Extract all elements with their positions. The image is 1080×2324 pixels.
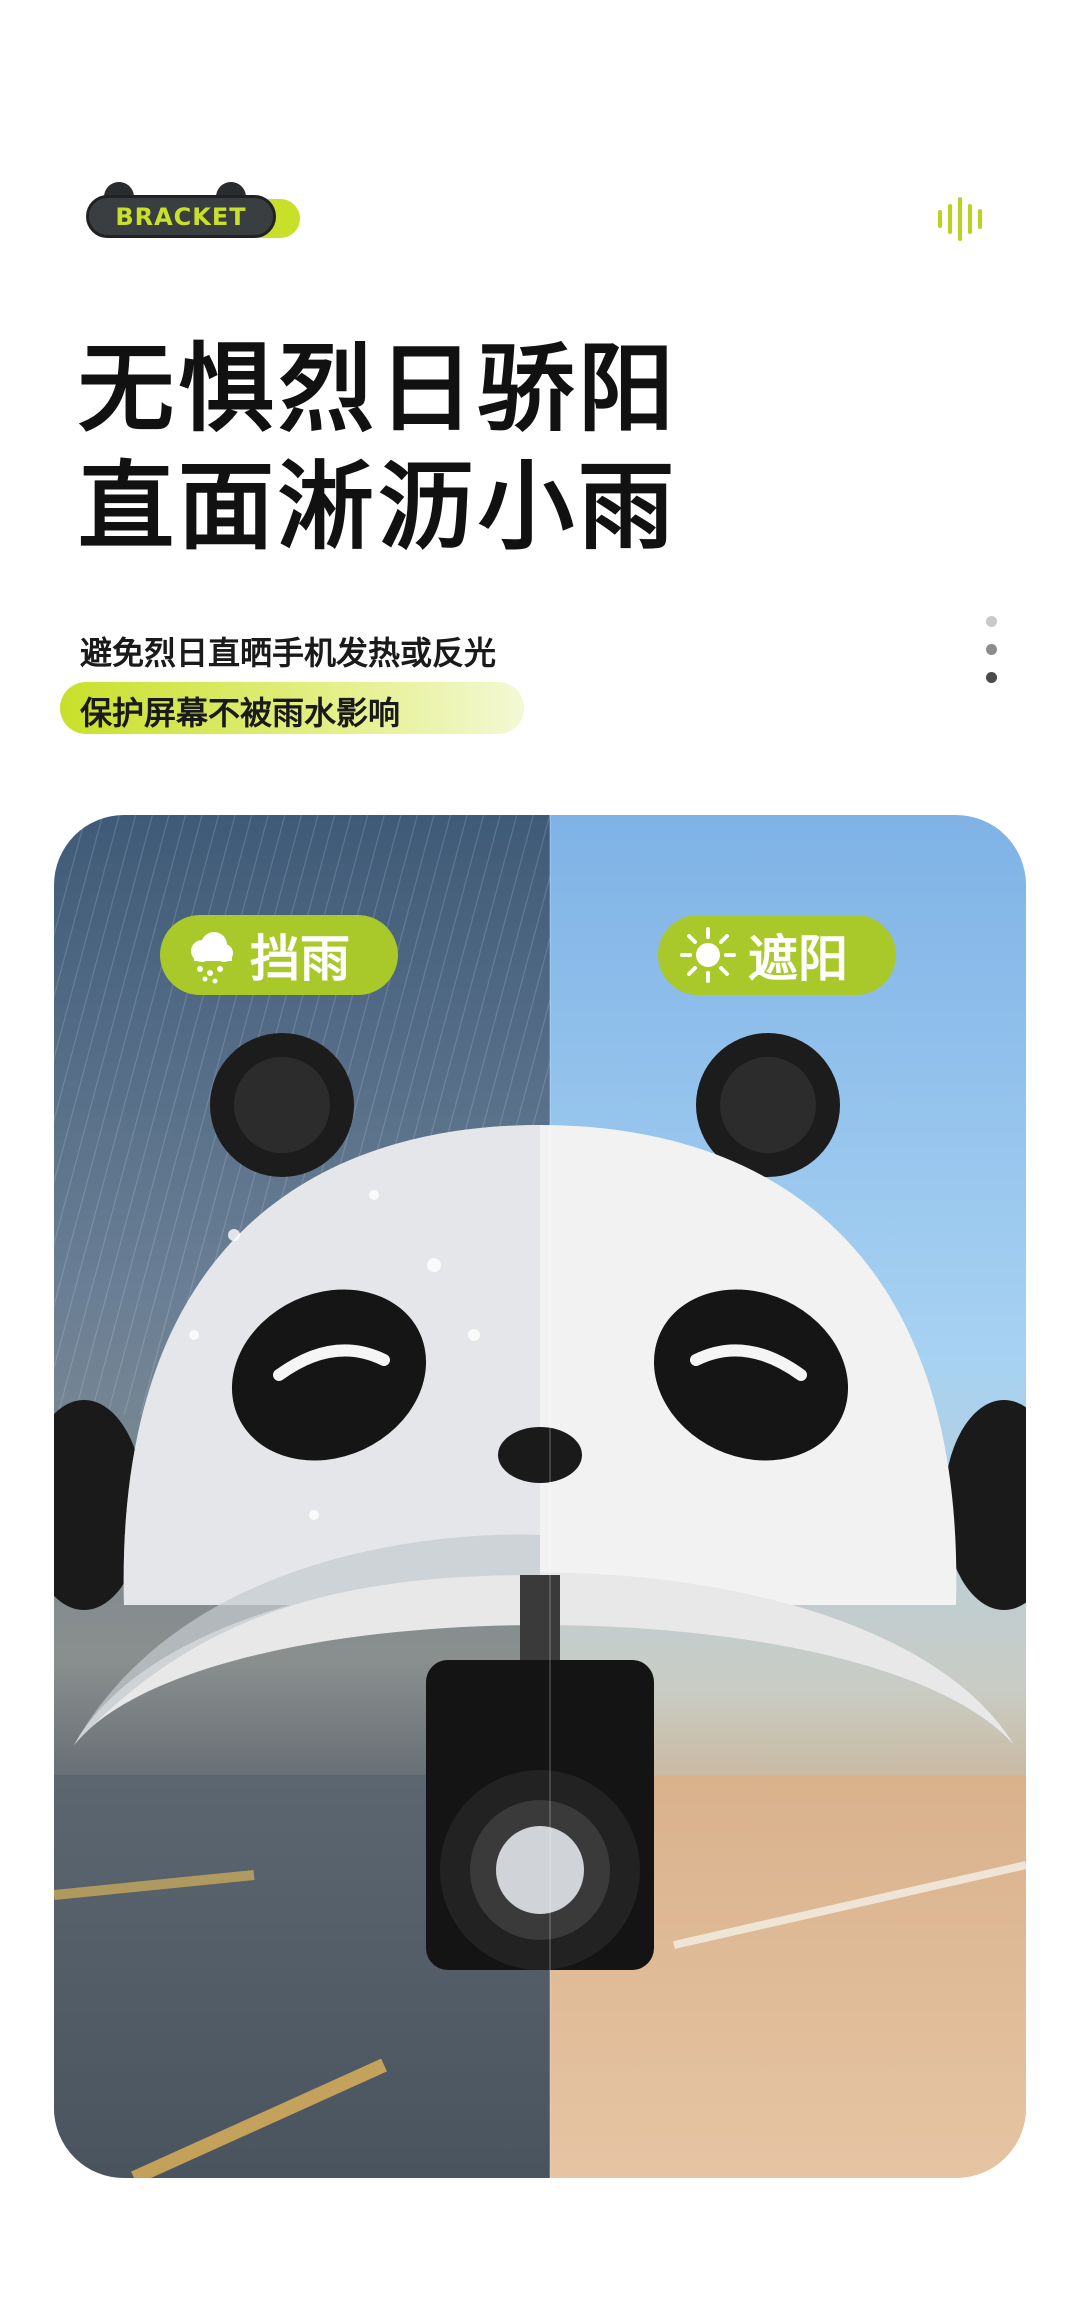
rain-shield-tag: 挡雨 [160,915,398,995]
sun-icon [680,927,736,983]
badge-label: BRACKET [86,195,276,238]
headline-line-1: 无惧烈日骄阳 [78,333,678,445]
product-image: 挡雨 遮阳 [54,815,1026,2178]
sun-shade-label: 遮阳 [748,930,848,988]
cloud-rain-icon [191,932,233,984]
vertical-dots-icon [986,616,998,700]
subtitle-line-1: 避免烈日直晒手机发热或反光 [80,634,497,672]
rain-shield-label: 挡雨 [250,930,350,988]
bracket-badge: BRACKET [86,182,300,238]
headline-line-2: 直面淅沥小雨 [78,451,678,563]
sun-shade-tag: 遮阳 [658,915,896,995]
subtitle-line-2: 保护屏幕不被雨水影响 [80,694,401,732]
panda-helmet-illustration [54,815,1026,2178]
sound-wave-icon [938,196,998,242]
headline: 无惧烈日骄阳 直面淅沥小雨 [78,330,678,566]
